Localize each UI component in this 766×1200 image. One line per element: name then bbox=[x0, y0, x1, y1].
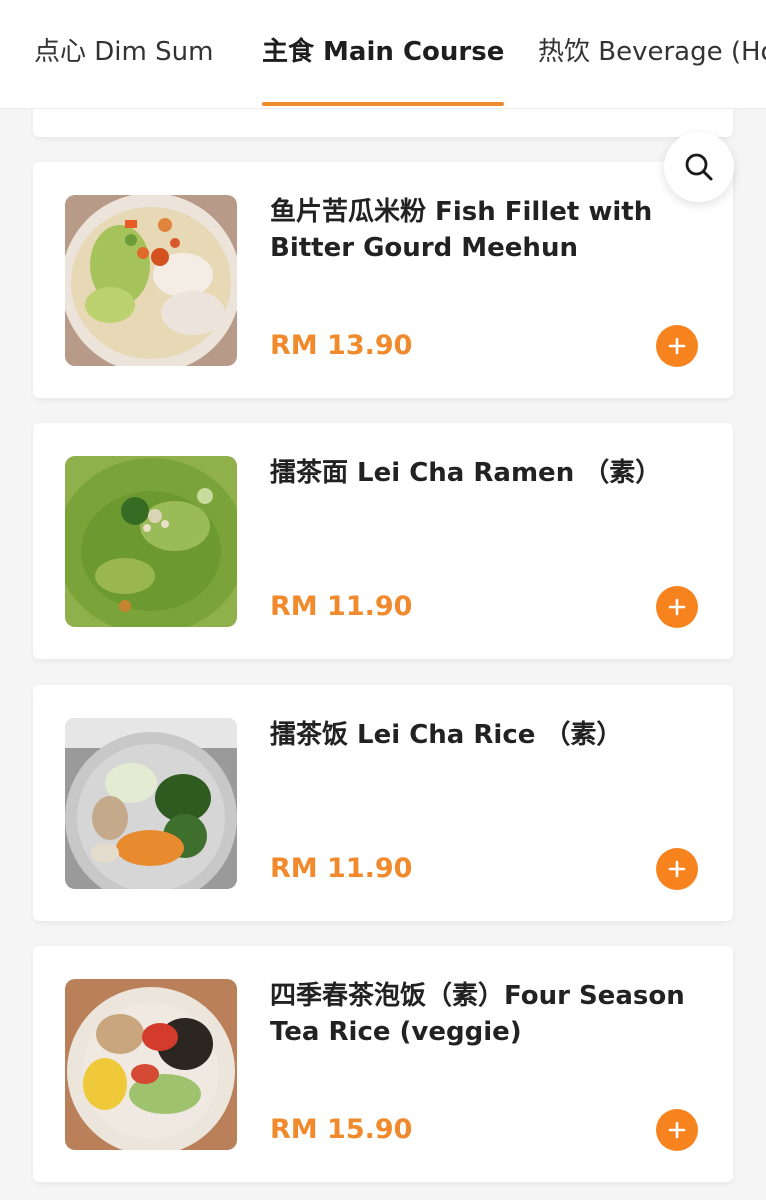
dish-name: 擂茶面 Lei Cha Ramen （素） bbox=[270, 458, 662, 488]
dish-name: 鱼片苦瓜米粉 Fish Fillet with Bitter Gourd Mee… bbox=[270, 197, 653, 263]
plus-icon bbox=[668, 598, 686, 616]
menu-item-card[interactable]: 擂茶饭 Lei Cha Rice （素） RM 11.90 bbox=[33, 685, 733, 921]
active-tab-indicator bbox=[262, 102, 505, 106]
dish-name: 擂茶饭 Lei Cha Rice （素） bbox=[270, 720, 623, 750]
dish-name: 四季春茶泡饭（素）Four Season Tea Rice (veggie) bbox=[270, 981, 685, 1047]
tab-label: 点心 Dim Sum bbox=[34, 37, 214, 67]
add-to-cart-button[interactable] bbox=[656, 1109, 698, 1151]
category-tab-bar: 点心 Dim Sum 主食 Main Course 热饮 Beverage (H… bbox=[0, 0, 766, 109]
dish-photo bbox=[65, 456, 237, 627]
menu-item-card[interactable]: 鱼片苦瓜米粉 Fish Fillet with Bitter Gourd Mee… bbox=[33, 162, 733, 398]
plus-icon bbox=[668, 860, 686, 878]
search-button[interactable] bbox=[664, 132, 734, 202]
add-to-cart-button[interactable] bbox=[656, 586, 698, 628]
tab-dim-sum[interactable]: 点心 Dim Sum bbox=[34, 0, 213, 108]
dish-price: RM 13.90 bbox=[270, 330, 413, 361]
dish-photo bbox=[65, 195, 237, 366]
dish-price: RM 11.90 bbox=[270, 853, 413, 884]
dish-photo bbox=[65, 979, 237, 1150]
plus-icon bbox=[668, 337, 686, 355]
tab-beverage-hot[interactable]: 热饮 Beverage (Ho bbox=[538, 0, 766, 108]
plus-icon bbox=[668, 1121, 686, 1139]
search-icon bbox=[685, 153, 713, 181]
dish-price: RM 15.90 bbox=[270, 1114, 413, 1145]
tab-main-course[interactable]: 主食 Main Course bbox=[262, 0, 505, 108]
add-to-cart-button[interactable] bbox=[656, 325, 698, 367]
tab-label: 热饮 Beverage (Ho bbox=[538, 37, 766, 67]
add-to-cart-button[interactable] bbox=[656, 848, 698, 890]
menu-item-card[interactable]: 四季春茶泡饭（素）Four Season Tea Rice (veggie) R… bbox=[33, 946, 733, 1182]
tab-label: 主食 Main Course bbox=[262, 37, 505, 67]
dish-photo bbox=[65, 718, 237, 889]
menu-item-card[interactable]: 擂茶面 Lei Cha Ramen （素） RM 11.90 bbox=[33, 423, 733, 659]
dish-price: RM 11.90 bbox=[270, 591, 413, 622]
